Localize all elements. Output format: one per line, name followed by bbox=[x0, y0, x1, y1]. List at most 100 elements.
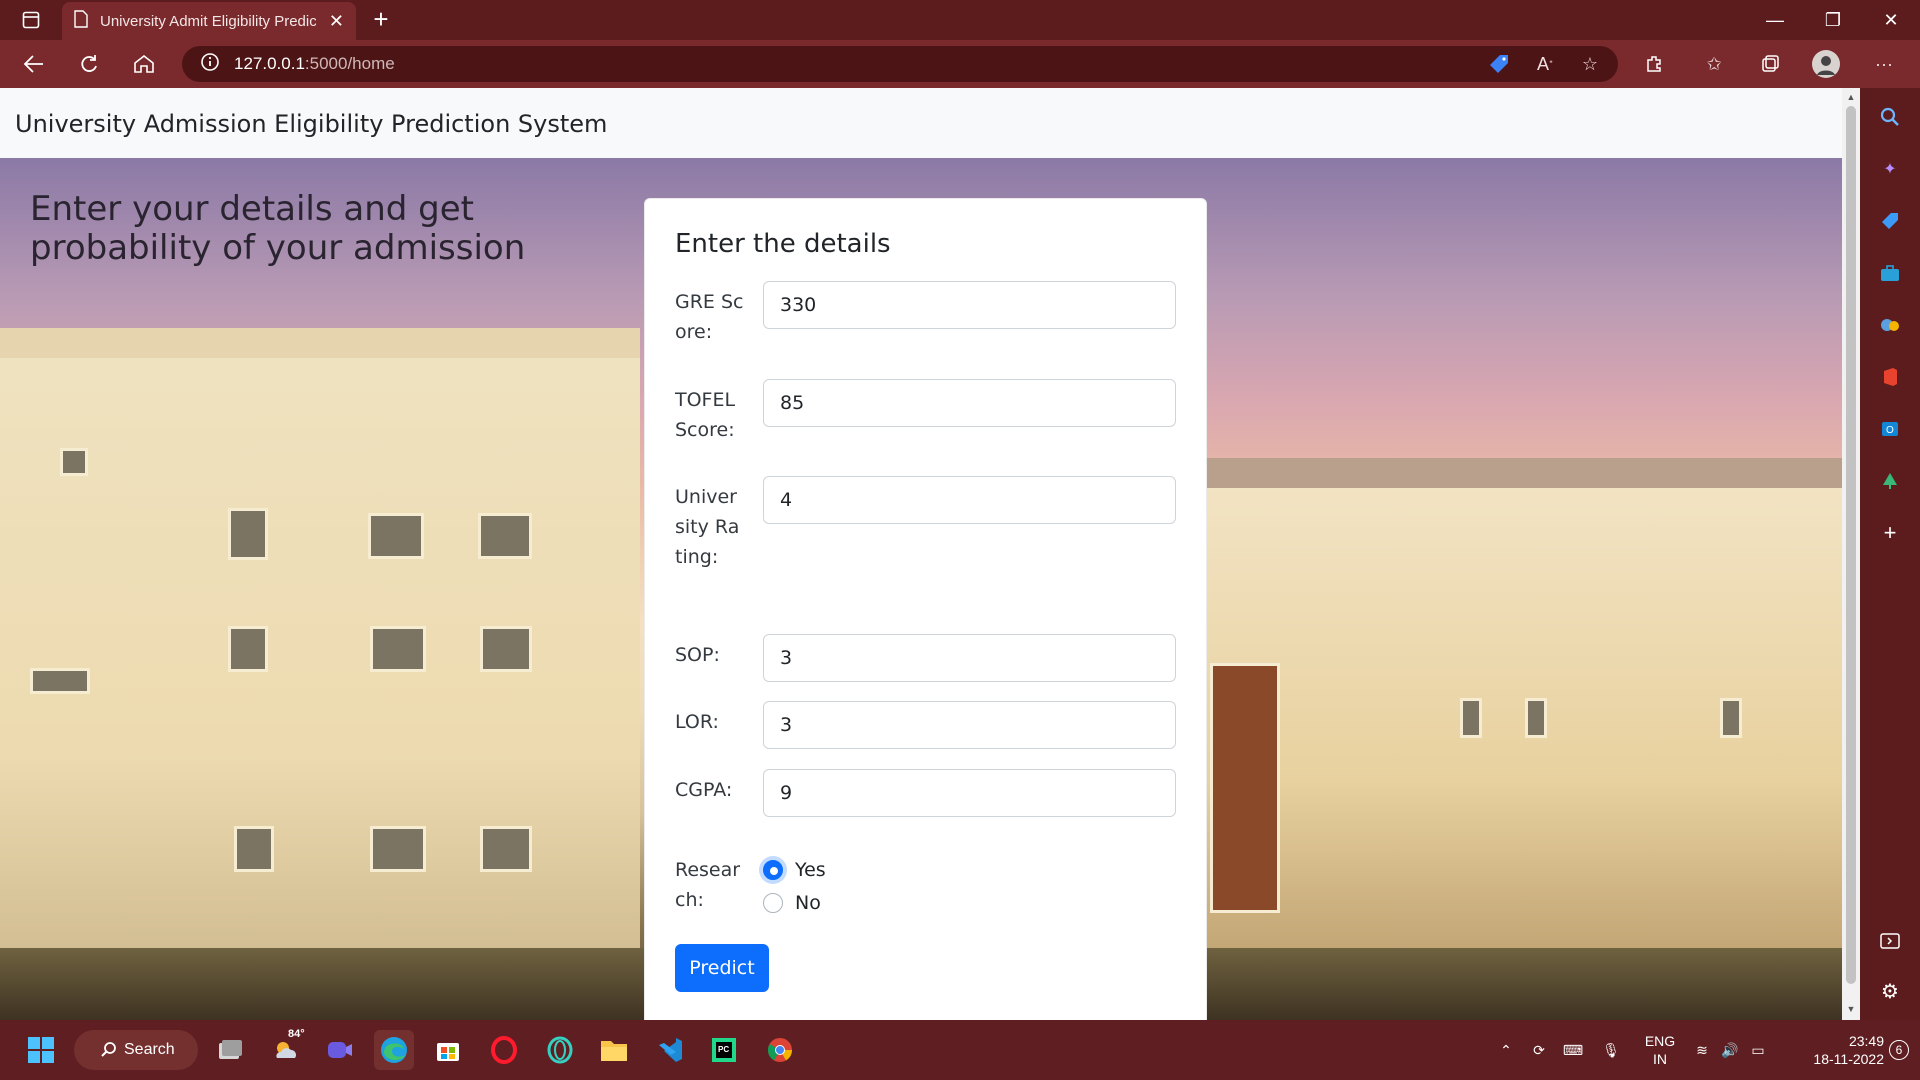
add-favorite-icon[interactable]: ☆ bbox=[1572, 48, 1608, 80]
sync-icon[interactable]: ⟳ bbox=[1524, 1020, 1554, 1080]
restore-button[interactable]: ❐ bbox=[1804, 0, 1862, 40]
research-no-radio[interactable] bbox=[763, 893, 783, 913]
notification-badge[interactable]: 6 bbox=[1888, 1020, 1910, 1080]
details-form-card: Enter the details GRE Score: TOFEL Score… bbox=[644, 198, 1207, 1020]
more-options-icon[interactable]: ··· bbox=[1866, 48, 1902, 80]
hide-sidebar-icon[interactable] bbox=[1875, 926, 1905, 956]
cgpa-input[interactable] bbox=[763, 769, 1176, 817]
home-button[interactable] bbox=[126, 48, 162, 80]
building-left bbox=[0, 358, 640, 1020]
tools-briefcase-icon[interactable] bbox=[1875, 258, 1905, 288]
microsoft-store-icon[interactable] bbox=[428, 1030, 468, 1070]
tab-actions-icon[interactable] bbox=[14, 8, 48, 32]
edge-sidebar: ✦ O + ⚙ bbox=[1860, 88, 1920, 1020]
windows-taskbar: Search 84° PC ⌃ ⟳ ⌨ 🎙 ENG IN ≋ 🔊 ▭ 23:49… bbox=[0, 1020, 1920, 1080]
research-option-no[interactable]: No bbox=[763, 892, 821, 914]
microphone-icon[interactable]: 🎙 bbox=[1596, 1020, 1626, 1080]
chrome-icon[interactable] bbox=[760, 1030, 800, 1070]
opera-gx-icon[interactable] bbox=[540, 1030, 580, 1070]
search-icon[interactable] bbox=[1875, 102, 1905, 132]
task-view-icon[interactable] bbox=[210, 1030, 250, 1070]
add-sidebar-item-icon[interactable]: + bbox=[1875, 518, 1905, 548]
favorites-icon[interactable]: ✩ bbox=[1696, 48, 1732, 80]
university-rating-label: University Rating: bbox=[675, 486, 740, 568]
building-window bbox=[1460, 698, 1482, 738]
scroll-down-arrow-icon[interactable]: ▼ bbox=[1846, 1004, 1856, 1014]
extensions-icon[interactable] bbox=[1636, 48, 1672, 80]
research-yes-label: Yes bbox=[795, 859, 826, 881]
sop-label: SOP: bbox=[675, 644, 720, 666]
coupon-tag-icon[interactable] bbox=[1481, 48, 1517, 80]
settings-gear-icon[interactable]: ⚙ bbox=[1875, 976, 1905, 1006]
building-window bbox=[368, 513, 424, 559]
building-right bbox=[1205, 488, 1842, 1020]
office-icon[interactable] bbox=[1875, 362, 1905, 392]
teams-chat-icon[interactable] bbox=[320, 1030, 360, 1070]
hero-heading: Enter your details and get probability o… bbox=[30, 189, 526, 268]
close-window-button[interactable]: ✕ bbox=[1862, 0, 1920, 40]
building-doorway bbox=[1210, 663, 1280, 913]
university-rating-input[interactable] bbox=[763, 476, 1176, 524]
games-icon[interactable] bbox=[1875, 310, 1905, 340]
sop-input[interactable] bbox=[763, 634, 1176, 682]
lor-label: LOR: bbox=[675, 711, 719, 733]
tofel-score-input[interactable] bbox=[763, 379, 1176, 427]
back-button[interactable] bbox=[16, 48, 52, 80]
clock-date: 18-11-2022 bbox=[1813, 1051, 1884, 1067]
form-title: Enter the details bbox=[675, 229, 891, 259]
building-window bbox=[234, 826, 274, 872]
new-tab-button[interactable]: + bbox=[366, 6, 396, 34]
building-window bbox=[370, 826, 426, 872]
tofel-score-label: TOFEL Score: bbox=[675, 389, 736, 441]
svg-text:O: O bbox=[1886, 425, 1894, 436]
scroll-up-arrow-icon[interactable]: ▲ bbox=[1846, 92, 1856, 102]
collections-icon[interactable] bbox=[1752, 48, 1788, 80]
volume-icon[interactable]: 🔊 bbox=[1718, 1020, 1742, 1080]
site-info-icon[interactable] bbox=[200, 52, 220, 77]
close-tab-icon[interactable]: ✕ bbox=[329, 11, 344, 32]
navbar-brand[interactable]: University Admission Eligibility Predict… bbox=[15, 110, 607, 138]
show-hidden-icons-chevron-icon[interactable]: ⌃ bbox=[1494, 1020, 1518, 1080]
drop-tree-icon[interactable] bbox=[1875, 466, 1905, 496]
keyboard-icon[interactable]: ⌨ bbox=[1558, 1020, 1588, 1080]
url-host: 127.0.0.1 bbox=[234, 54, 305, 73]
weather-widget[interactable]: 84° bbox=[266, 1028, 306, 1070]
address-bar[interactable]: 127.0.0.1:5000/home bbox=[182, 46, 1618, 82]
outlook-icon[interactable]: O bbox=[1875, 414, 1905, 444]
taskbar-search[interactable]: Search bbox=[74, 1030, 198, 1070]
file-explorer-icon[interactable] bbox=[594, 1030, 634, 1070]
wifi-icon[interactable]: ≋ bbox=[1690, 1020, 1714, 1080]
scrollbar-thumb[interactable] bbox=[1846, 106, 1856, 984]
read-aloud-icon[interactable]: Aᐩ bbox=[1527, 48, 1563, 80]
battery-icon[interactable]: ▭ bbox=[1746, 1020, 1770, 1080]
lor-input[interactable] bbox=[763, 701, 1176, 749]
building-window bbox=[60, 448, 88, 476]
edge-browser-icon[interactable] bbox=[374, 1030, 414, 1070]
profile-avatar[interactable] bbox=[1808, 48, 1844, 80]
building-window bbox=[478, 513, 532, 559]
building-window bbox=[228, 626, 268, 672]
browser-toolbar: 127.0.0.1:5000/home Aᐩ ☆ ✩ ··· bbox=[0, 40, 1920, 88]
minimize-button[interactable]: — bbox=[1746, 0, 1804, 40]
window-controls: — ❐ ✕ bbox=[1746, 0, 1920, 40]
research-option-yes[interactable]: Yes bbox=[763, 859, 826, 881]
copilot-sparkle-icon[interactable]: ✦ bbox=[1875, 154, 1905, 184]
research-label: Research: bbox=[675, 859, 741, 911]
region-code: IN bbox=[1653, 1051, 1667, 1067]
refresh-button[interactable] bbox=[71, 48, 107, 80]
page-scrollbar[interactable]: ▲ ▼ bbox=[1842, 88, 1860, 1020]
research-yes-radio[interactable] bbox=[763, 860, 783, 880]
tab-title: University Admit Eligibility Predic bbox=[100, 12, 316, 30]
research-no-label: No bbox=[795, 892, 821, 914]
shopping-tag-icon[interactable] bbox=[1875, 206, 1905, 236]
start-windows-icon[interactable] bbox=[21, 1030, 61, 1070]
pycharm-icon[interactable]: PC bbox=[704, 1030, 744, 1070]
browser-tab-active[interactable]: University Admit Eligibility Predic ✕ bbox=[62, 2, 356, 40]
predict-button[interactable]: Predict bbox=[675, 944, 769, 992]
clock[interactable]: 23:49 18-11-2022 bbox=[1788, 1020, 1884, 1080]
language-indicator[interactable]: ENG IN bbox=[1640, 1020, 1680, 1080]
vscode-icon[interactable] bbox=[650, 1030, 690, 1070]
opera-icon[interactable] bbox=[484, 1030, 524, 1070]
hero-background: Enter your details and get probability o… bbox=[0, 158, 1842, 1020]
gre-score-input[interactable] bbox=[763, 281, 1176, 329]
